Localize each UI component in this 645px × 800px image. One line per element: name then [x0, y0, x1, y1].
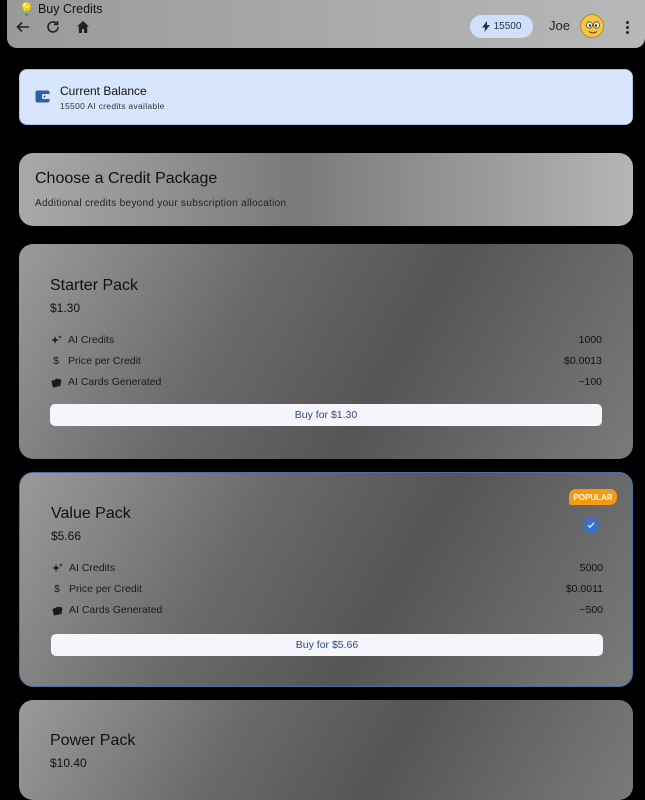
- package-card-starter[interactable]: Starter Pack $1.30 AI Credits 1000 $ Pri…: [19, 244, 633, 459]
- row-value: $0.0011: [565, 583, 603, 595]
- package-price: $5.66: [51, 529, 82, 543]
- wallet-icon: [35, 90, 50, 103]
- package-price: $10.40: [50, 756, 87, 770]
- package-row-credits: AI Credits 5000: [51, 561, 603, 575]
- row-value: $0.0013: [564, 355, 602, 367]
- package-row-cards: AI Cards Generated ~100: [50, 375, 602, 389]
- package-row-price-per-credit: $ Price per Credit $0.0013: [50, 354, 602, 368]
- home-icon: [77, 21, 89, 33]
- row-label: Price per Credit: [68, 355, 141, 367]
- package-name: Starter Pack: [50, 277, 139, 294]
- row-label: Price per Credit: [69, 583, 142, 595]
- package-row-credits: AI Credits 1000: [50, 333, 602, 347]
- choose-package-header: Choose a Credit Package Additional credi…: [19, 153, 633, 226]
- avatar-face-icon: [582, 16, 603, 37]
- app-title: 💡 Buy Credits: [19, 2, 103, 16]
- row-value: ~500: [579, 604, 603, 616]
- package-name: Power Pack: [50, 732, 136, 749]
- dollar-icon: $: [54, 583, 60, 595]
- row-value: 5000: [579, 562, 603, 574]
- refresh-button[interactable]: [43, 17, 63, 37]
- balance-subtitle: 15500 AI credits available: [60, 101, 165, 111]
- credit-chip-value: 15500: [493, 21, 522, 32]
- package-row-cards: AI Cards Generated ~500: [51, 603, 603, 617]
- current-balance-card: Current Balance 15500 AI credits availab…: [19, 69, 633, 125]
- cards-icon: [51, 604, 63, 616]
- package-card-power[interactable]: Power Pack $10.40: [19, 700, 633, 800]
- row-value: ~100: [578, 376, 602, 388]
- app-title-text: Buy Credits: [37, 2, 103, 16]
- row-label: AI Credits: [69, 562, 116, 574]
- back-button[interactable]: [13, 17, 33, 37]
- package-row-price-per-credit: $ Price per Credit $0.0011: [51, 582, 603, 596]
- buy-button-starter[interactable]: Buy for $1.30: [50, 404, 602, 426]
- app-bar: 💡 Buy Credits 15500 Joe: [7, 0, 645, 48]
- refresh-icon: [47, 21, 59, 33]
- sparkle-icon: [50, 334, 62, 346]
- back-arrow-icon: [16, 21, 29, 33]
- dollar-icon: $: [53, 355, 59, 367]
- package-name: Value Pack: [51, 505, 131, 522]
- more-menu-button[interactable]: [619, 17, 635, 37]
- lightning-icon: [481, 21, 490, 32]
- balance-title: Current Balance: [60, 84, 147, 98]
- selected-check-icon: [583, 517, 599, 533]
- lightbulb-icon: 💡: [19, 2, 34, 16]
- popular-badge: POPULAR: [569, 489, 617, 505]
- choose-subtitle: Additional credits beyond your subscript…: [35, 198, 287, 209]
- package-card-value[interactable]: POPULAR Value Pack $5.66 AI Credits 5000…: [19, 472, 633, 687]
- cards-icon: [50, 376, 62, 388]
- row-value: 1000: [578, 334, 602, 346]
- sparkle-icon: [51, 562, 63, 574]
- package-price: $1.30: [50, 301, 81, 315]
- buy-button-value[interactable]: Buy for $5.66: [51, 634, 603, 656]
- avatar[interactable]: [580, 14, 604, 38]
- row-label: AI Cards Generated: [69, 604, 163, 616]
- user-name: Joe: [549, 18, 570, 33]
- row-label: AI Cards Generated: [68, 376, 162, 388]
- home-button[interactable]: [73, 17, 93, 37]
- choose-title: Choose a Credit Package: [35, 170, 218, 187]
- row-label: AI Credits: [68, 334, 115, 346]
- credit-chip[interactable]: 15500: [470, 15, 533, 38]
